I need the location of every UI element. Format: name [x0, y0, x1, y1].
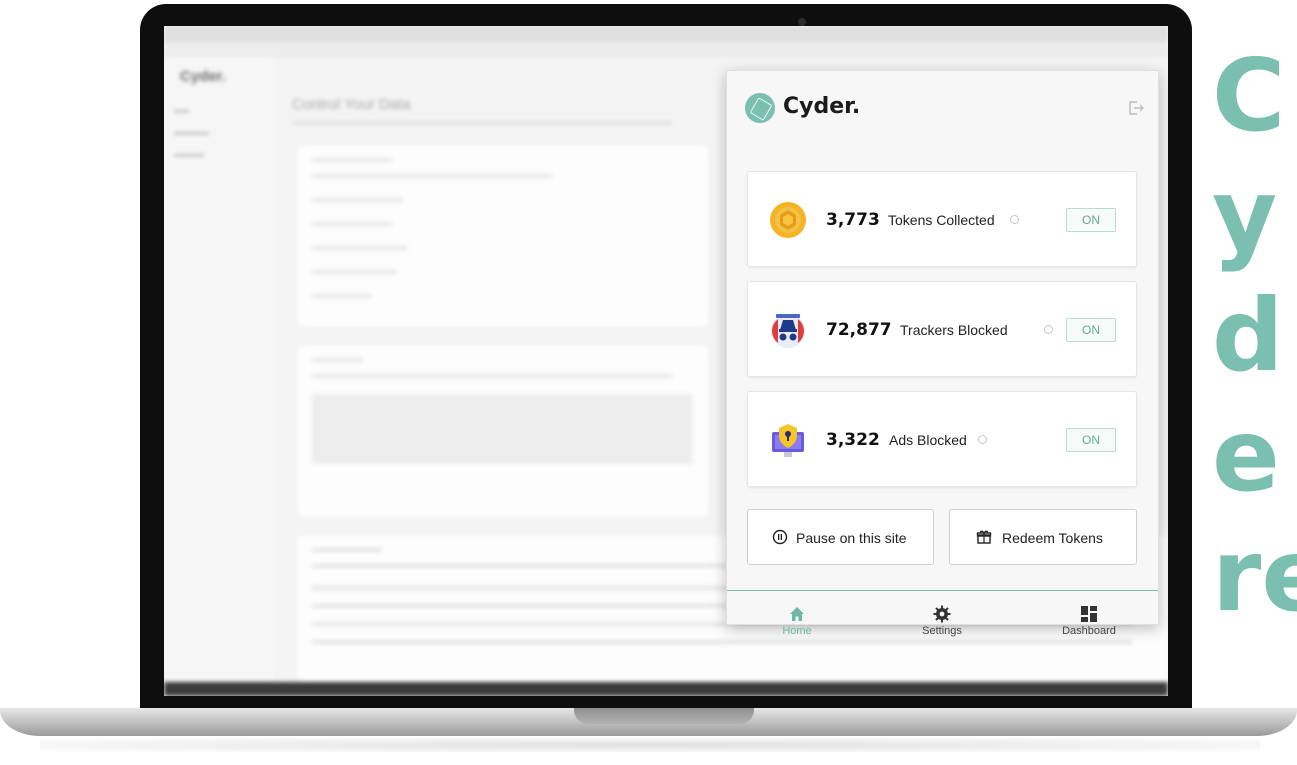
stat-card-ads: 3,322 Ads Blocked ON [747, 391, 1137, 487]
ads-value: 3,322 [826, 430, 880, 450]
gear-icon [933, 605, 951, 623]
background-sidebar: Cyder. ▬▬▬ ▬▬▬▬▬▬▬ ▬▬▬▬▬▬ [164, 56, 274, 696]
headline-line: e [1212, 397, 1280, 514]
info-icon[interactable] [1010, 215, 1019, 224]
laptop-screen: Cyder. ▬▬▬ ▬▬▬▬▬▬▬ ▬▬▬▬▬▬ Control Your D… [164, 26, 1168, 696]
trackers-label: Trackers Blocked [900, 322, 1008, 338]
popup-header: Cyder. [745, 93, 1145, 127]
nav-settings[interactable]: Settings [882, 591, 1002, 643]
background-logo: Cyder. [180, 68, 226, 85]
nav-home[interactable]: Home [737, 591, 857, 643]
cyder-popup: Cyder. 3,773 Tokens Collected ON 72,877 … [726, 70, 1159, 637]
nav-settings-label: Settings [922, 625, 962, 637]
nav-dashboard[interactable]: Dashboard [1029, 591, 1149, 643]
browser-url-bar [164, 42, 1168, 56]
cyder-logo-icon [745, 93, 775, 123]
headline-line: C [1212, 37, 1286, 154]
headline-line: d [1212, 277, 1284, 394]
background-card [298, 146, 708, 326]
redeem-label: Redeem Tokens [1002, 530, 1103, 546]
bottom-nav: Home Settings Dashboard [727, 590, 1158, 637]
headline-line: re [1212, 517, 1297, 634]
token-icon [768, 200, 808, 240]
ad-shield-icon [768, 420, 808, 460]
redeem-tokens-button[interactable]: Redeem Tokens [949, 509, 1137, 565]
ads-label: Ads Blocked [889, 432, 967, 448]
background-card [298, 346, 708, 516]
tracker-spy-icon [768, 310, 808, 350]
gift-icon [976, 529, 992, 545]
background-subtitle [292, 121, 672, 125]
tokens-label: Tokens Collected [888, 212, 995, 228]
nav-home-label: Home [782, 625, 812, 637]
background-nav-item: ▬▬▬▬▬▬ [174, 152, 204, 158]
brand-name: Cyder. [783, 94, 861, 119]
info-icon[interactable] [978, 435, 987, 444]
background-nav-item: ▬▬▬ [174, 108, 189, 114]
pause-icon [772, 529, 788, 545]
pause-label: Pause on this site [796, 530, 907, 546]
ads-toggle[interactable]: ON [1066, 428, 1116, 452]
tokens-value: 3,773 [826, 210, 880, 230]
nav-dashboard-label: Dashboard [1062, 625, 1116, 637]
marketing-stage: Cyder. ▬▬▬ ▬▬▬▬▬▬▬ ▬▬▬▬▬▬ Control Your D… [0, 0, 1297, 765]
background-nav-item: ▬▬▬▬▬▬▬ [174, 130, 209, 136]
trackers-value: 72,877 [826, 320, 892, 340]
webcam [798, 18, 806, 26]
laptop-shadow [40, 738, 1260, 752]
marketing-headline: C y d e re [1212, 46, 1297, 646]
dashboard-icon [1080, 605, 1098, 623]
browser-tab-bar [164, 26, 1168, 42]
pause-button[interactable]: Pause on this site [747, 509, 934, 565]
laptop-notch [574, 708, 754, 724]
taskbar [164, 682, 1168, 696]
home-icon [788, 605, 806, 623]
headline-line: y [1212, 157, 1278, 274]
logout-icon[interactable] [1127, 99, 1145, 117]
info-icon[interactable] [1044, 325, 1053, 334]
trackers-toggle[interactable]: ON [1066, 318, 1116, 342]
tokens-toggle[interactable]: ON [1066, 208, 1116, 232]
stat-card-trackers: 72,877 Trackers Blocked ON [747, 281, 1137, 377]
stat-card-tokens: 3,773 Tokens Collected ON [747, 171, 1137, 267]
